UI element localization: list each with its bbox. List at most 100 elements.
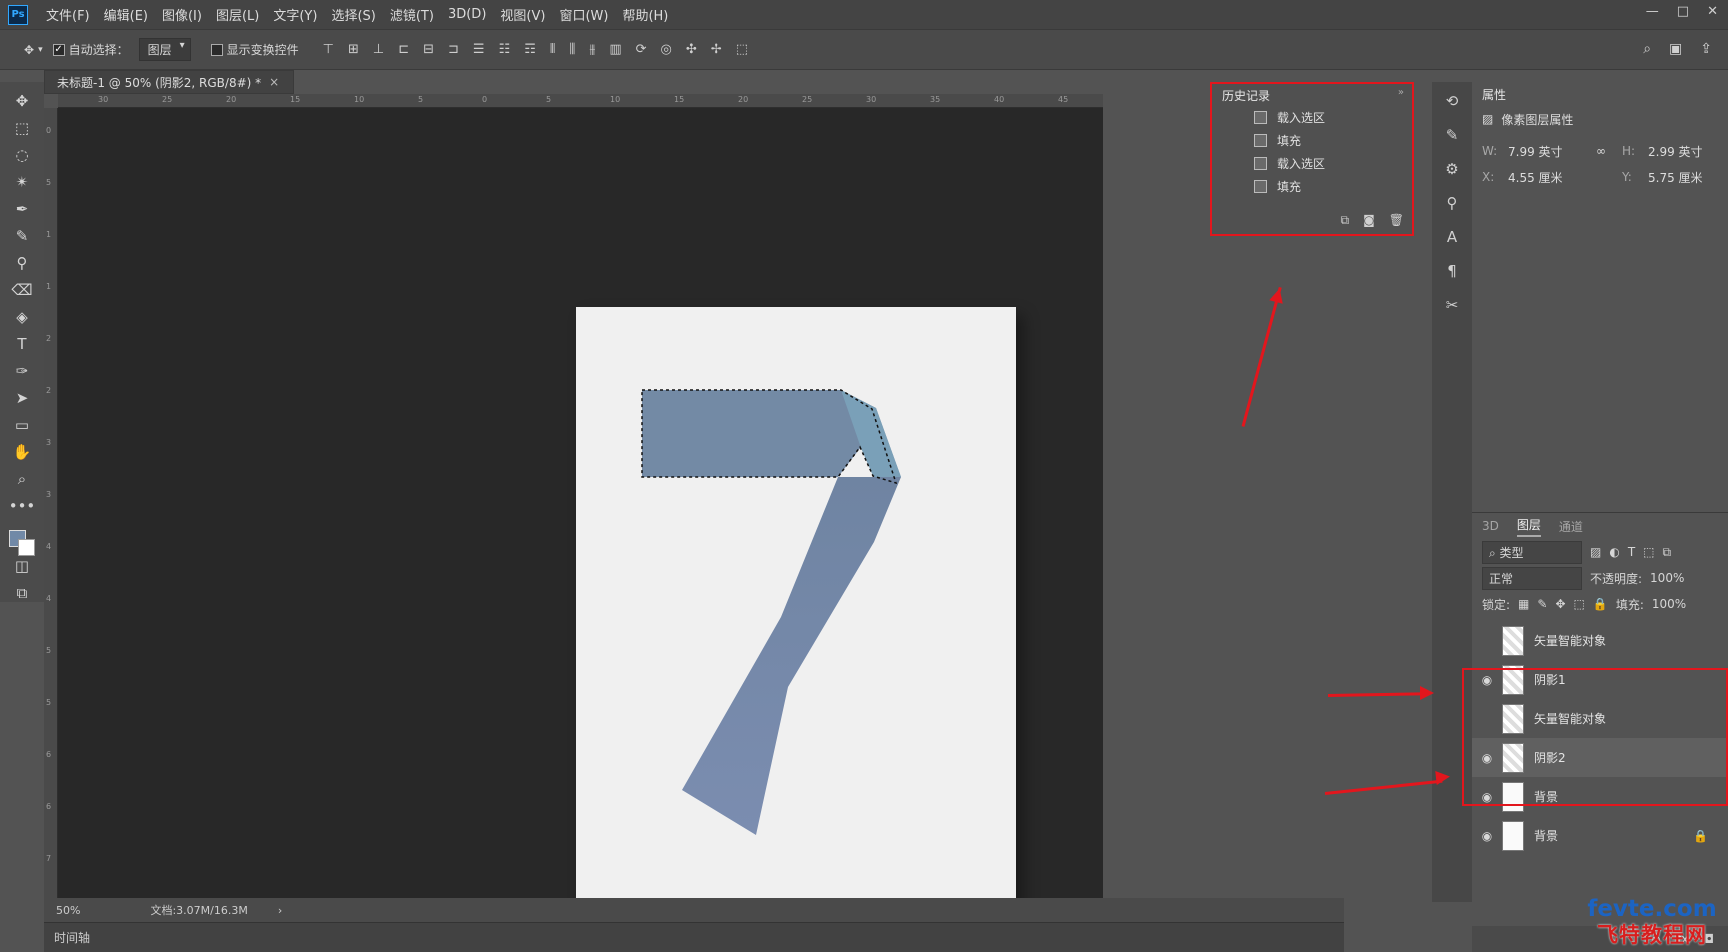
menu-help[interactable]: 帮助(H) [622, 5, 668, 24]
collapse-icon[interactable]: » [1398, 87, 1404, 98]
menu-3d[interactable]: 3D(D) [448, 7, 486, 22]
distribute-left-icon[interactable]: ⫴ [550, 42, 555, 57]
align-right-icon[interactable]: ⊐ [448, 42, 459, 57]
distribute-hcenter-icon[interactable]: ⫼ [569, 42, 575, 57]
auto-select-option[interactable]: ✓ 自动选择： [52, 41, 129, 58]
align-top-icon[interactable]: ⊤ [323, 42, 334, 57]
3d-roll-icon[interactable]: ◎ [661, 42, 672, 57]
clone-source-icon[interactable]: ⚲ [1447, 194, 1458, 212]
distribute-vcenter-icon[interactable]: ☷ [499, 42, 511, 57]
history-item[interactable]: 载入选区 [1212, 152, 1412, 175]
layer-filter-dropdown[interactable]: ⌕ 类型 [1482, 540, 1582, 564]
eyedropper-tool-icon[interactable]: ✒ [9, 200, 35, 218]
layer-row[interactable]: 矢量智能对象 [1472, 621, 1728, 660]
3d-orbit-icon[interactable]: ⟳ [636, 42, 647, 57]
menu-window[interactable]: 窗口(W) [559, 5, 608, 24]
opacity-field[interactable]: 100% [1650, 571, 1684, 585]
auto-select-target-dropdown[interactable]: 图层 [138, 38, 191, 61]
close-window-button[interactable]: ✕ [1707, 4, 1718, 19]
filter-smart-icon[interactable]: ⧉ [1663, 545, 1672, 560]
align-bottom-icon[interactable]: ⊥ [373, 42, 384, 57]
new-snapshot-icon[interactable]: ◙ [1363, 213, 1375, 228]
rectangle-tool-icon[interactable]: ▭ [9, 416, 35, 434]
align-vcenter-icon[interactable]: ⊞ [348, 42, 359, 57]
maximize-button[interactable]: □ [1677, 4, 1689, 19]
filter-type-icon[interactable]: T [1628, 545, 1635, 559]
tab-3d[interactable]: 3D [1482, 519, 1499, 533]
menu-edit[interactable]: 编辑(E) [104, 5, 148, 24]
distribute-right-icon[interactable]: ⫵ [589, 42, 595, 57]
width-field[interactable]: 7.99 英寸 [1508, 143, 1588, 160]
move-tool-icon[interactable]: ✥ [9, 92, 35, 110]
distribute-bottom-icon[interactable]: ☶ [524, 42, 536, 57]
x-field[interactable]: 4.55 厘米 [1508, 169, 1588, 186]
menu-filter[interactable]: 滤镜(T) [390, 5, 434, 24]
timeline-panel-tab[interactable]: 时间轴 [44, 922, 1344, 952]
delete-state-icon[interactable]: 🗑 [1389, 213, 1404, 228]
status-chevron-icon[interactable]: › [278, 904, 282, 917]
lasso-tool-icon[interactable]: ◌ [9, 146, 35, 164]
layer-row[interactable]: ◉ 背景 🔒 [1472, 816, 1728, 855]
minimize-button[interactable]: — [1646, 4, 1659, 19]
background-color-swatch[interactable] [18, 539, 35, 556]
align-left-icon[interactable]: ⊏ [398, 42, 409, 57]
quick-mask-icon[interactable]: ◫ [9, 557, 35, 575]
menu-file[interactable]: 文件(F) [46, 5, 90, 24]
lock-transparent-icon[interactable]: ▦ [1518, 597, 1529, 611]
history-panel-icon[interactable]: ⟲ [1446, 92, 1459, 110]
history-item[interactable]: 填充 [1212, 129, 1412, 152]
document-canvas[interactable] [576, 307, 1016, 917]
fill-field[interactable]: 100% [1652, 597, 1686, 611]
align-hcenter-icon[interactable]: ⊟ [423, 42, 434, 57]
3d-drag-icon[interactable]: ✣ [686, 42, 697, 57]
lock-position-icon[interactable]: ✥ [1555, 597, 1565, 611]
hand-tool-icon[interactable]: ✋ [9, 443, 35, 461]
tab-channels[interactable]: 通道 [1559, 518, 1583, 535]
type-tool-icon[interactable]: T [9, 335, 35, 353]
search-icon[interactable]: ⌕ [1643, 41, 1651, 57]
3d-scale-icon[interactable]: ⬚ [736, 42, 748, 57]
eraser-tool-icon[interactable]: ⌫ [9, 281, 35, 299]
color-swatches[interactable] [9, 530, 35, 556]
document-tab[interactable]: 未标题-1 @ 50% (阴影2, RGB/8#) * × [44, 70, 294, 94]
blend-mode-dropdown[interactable]: 正常 [1482, 566, 1582, 590]
adjustments-panel-icon[interactable]: ⚙ [1445, 160, 1458, 178]
new-document-from-state-icon[interactable]: ⧉ [1341, 213, 1350, 228]
history-item[interactable]: 载入选区 [1212, 106, 1412, 129]
move-tool-preset[interactable]: ✥ ▾ [24, 43, 43, 57]
tab-layers[interactable]: 图层 [1516, 516, 1541, 537]
lock-all-icon[interactable]: 🔒 [1593, 597, 1608, 611]
menu-layer[interactable]: 图层(L) [216, 5, 259, 24]
show-transform-option[interactable]: 显示变换控件 [210, 41, 299, 58]
menu-view[interactable]: 视图(V) [500, 5, 545, 24]
lock-paint-icon[interactable]: ✎ [1537, 597, 1547, 611]
character-panel-icon[interactable]: A [1447, 228, 1457, 246]
menu-type[interactable]: 文字(Y) [273, 5, 317, 24]
link-icon[interactable]: ∞ [1596, 144, 1614, 158]
more-tools-icon[interactable]: ••• [9, 497, 36, 515]
paint-bucket-tool-icon[interactable]: ◈ [9, 308, 35, 326]
magic-wand-tool-icon[interactable]: ✴ [9, 173, 35, 191]
zoom-level[interactable]: 50% [56, 904, 80, 917]
distribute-top-icon[interactable]: ☰ [473, 42, 485, 57]
path-selection-tool-icon[interactable]: ➤ [9, 389, 35, 407]
filter-adjust-icon[interactable]: ◐ [1609, 545, 1619, 559]
zoom-tool-icon[interactable]: ⌕ [9, 470, 35, 488]
auto-select-checkbox[interactable]: ✓ [52, 43, 65, 56]
menu-image[interactable]: 图像(I) [162, 5, 202, 24]
brush-panel-icon[interactable]: ✎ [1446, 126, 1459, 144]
paragraph-panel-icon[interactable]: ¶ [1447, 262, 1457, 280]
screen-mode-icon[interactable]: ⧉ [9, 584, 35, 602]
3d-slide-icon[interactable]: ✢ [711, 42, 722, 57]
brush-tool-icon[interactable]: ✎ [9, 227, 35, 245]
canvas-workspace[interactable] [58, 108, 1103, 917]
history-item[interactable]: 填充 [1212, 175, 1412, 198]
show-transform-checkbox[interactable] [210, 43, 223, 56]
height-field[interactable]: 2.99 英寸 [1648, 143, 1728, 160]
share-icon[interactable]: ⇪ [1700, 41, 1712, 57]
filter-shape-icon[interactable]: ⬚ [1643, 545, 1654, 559]
pen-tool-icon[interactable]: ✑ [9, 362, 35, 380]
filter-pixel-icon[interactable]: ▨ [1590, 545, 1601, 559]
tool-presets-icon[interactable]: ✂ [1446, 296, 1459, 314]
menu-select[interactable]: 选择(S) [331, 5, 375, 24]
